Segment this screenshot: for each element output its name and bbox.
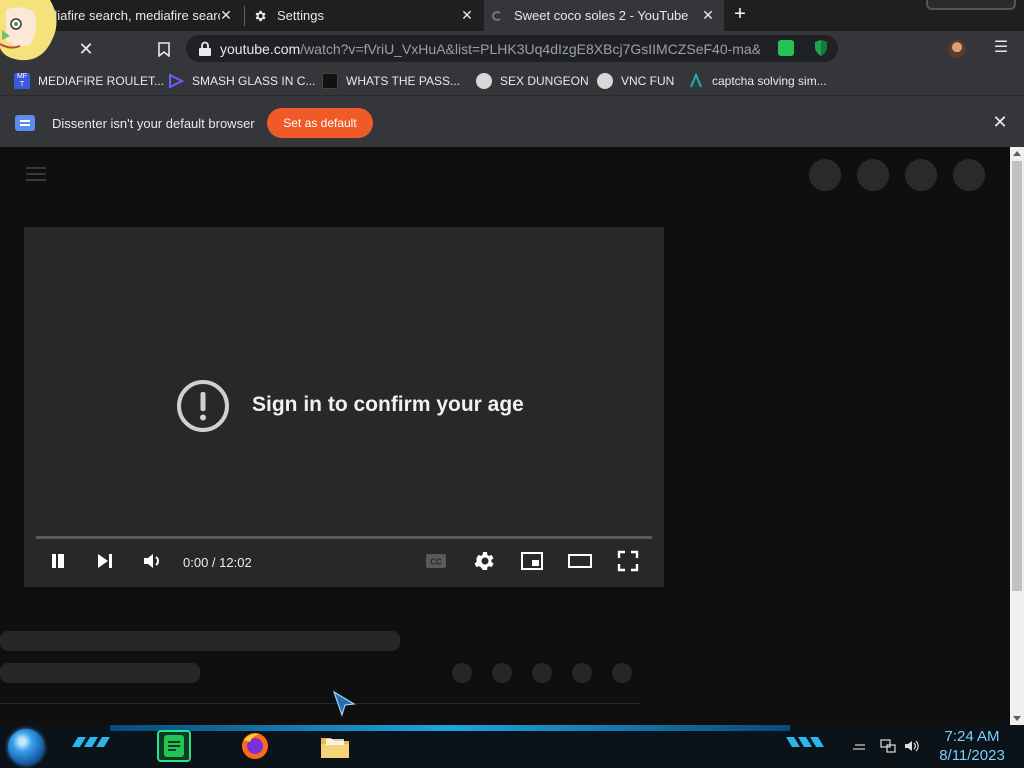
bookmark-icon [158,42,170,58]
taskbar-decoration [786,737,824,747]
mediafire-roulette-icon: MF T [14,73,30,89]
clock-time: 7:24 AM [944,728,1000,745]
notes-app-icon [164,735,184,757]
svg-text:CC: CC [430,558,442,567]
tab-mediafire-search[interactable]: diafire search, mediafire search ✕ [40,0,242,31]
scroll-down-icon[interactable] [1013,716,1021,721]
tray-chevron-icon[interactable] [851,739,867,753]
video-player[interactable]: Sign in to confirm your age 0:00 / 12:02… [24,227,664,587]
taskbar-file-explorer[interactable] [318,730,352,762]
action-skeleton [532,663,552,683]
header-placeholder-circle [953,159,985,191]
volume-icon[interactable] [904,739,920,753]
url-text: youtube.com/watch?v=fVriU_VxHuA&list=PLH… [220,40,760,57]
taskbar-notes-app[interactable] [157,730,191,762]
vertical-scrollbar[interactable] [1010,147,1024,725]
title-skeleton [0,631,400,651]
captions-button[interactable]: CC [424,549,448,573]
miniplayer-button[interactable] [520,549,544,573]
profile-avatar[interactable] [948,40,966,58]
vnc-fun-icon [597,73,613,89]
anime-mascot-icon [0,0,57,61]
action-skeleton [572,663,592,683]
theater-mode-button[interactable] [568,549,592,573]
shield-extension-icon[interactable] [813,39,829,57]
pause-button[interactable] [47,549,71,573]
mouse-cursor-icon [332,690,356,717]
close-tab-icon[interactable]: ✕ [218,7,234,23]
smash-glass-icon [169,73,184,89]
header-placeholder-circle [809,159,841,191]
firefox-icon [242,733,268,759]
folder-icon [321,738,349,758]
loading-favicon-icon [492,10,502,21]
bookmark-captcha-solving[interactable]: captcha solving sim... [688,72,827,90]
clock-date: 8/11/2023 [939,747,1005,764]
header-placeholder-circle [905,159,937,191]
next-button[interactable] [93,549,117,573]
dissenter-icon [15,115,35,131]
fullscreen-button[interactable] [616,549,640,573]
bookmark-vnc-fun[interactable]: VNC FUN [597,72,674,90]
new-tab-button[interactable]: + [730,4,750,25]
alert-circle-icon [177,380,229,432]
volume-button[interactable] [141,549,165,573]
taskbar-accent-band [110,725,790,731]
bookmark-mediafire-roulette[interactable]: MF T MEDIAFIRE ROULET... [14,72,164,90]
captcha-solving-icon [690,73,702,88]
tab-title: diafire search, mediafire search [50,8,220,23]
progress-bar[interactable] [36,536,652,539]
tab-title: Settings [277,8,324,23]
action-skeleton [612,663,632,683]
browser-toolbar: ✕ youtube.com/watch?v=fVriU_VxHuA&list=P… [0,31,1024,66]
network-icon[interactable] [880,739,896,753]
action-skeleton [452,663,472,683]
set-as-default-button[interactable]: Set as default [267,108,373,138]
bookmark-sex-dungeon[interactable]: SEX DUNGEON [476,72,589,90]
whats-the-pass-icon [322,73,338,89]
time-display: 0:00 / 12:02 [183,555,252,570]
close-infobar-icon[interactable]: ✕ [990,112,1010,132]
scroll-up-icon[interactable] [1013,151,1021,156]
gear-icon [255,10,266,21]
youtube-page: Sign in to confirm your age 0:00 / 12:02… [0,147,1010,725]
bookmark-whats-the-pass[interactable]: WHATS THE PASS... [322,72,460,90]
start-button[interactable] [8,729,44,765]
tab-youtube[interactable]: Sweet coco soles 2 - YouTube ✕ [484,0,724,31]
taskbar: 7:24 AM 8/11/2023 [0,725,1024,768]
address-bar[interactable]: youtube.com/watch?v=fVriU_VxHuA&list=PLH… [186,35,838,62]
content-divider [0,703,640,704]
sex-dungeon-icon [476,73,492,89]
infobar-message: Dissenter isn't your default browser [52,116,255,131]
taskbar-firefox[interactable] [238,730,272,762]
close-tab-icon[interactable]: ✕ [700,7,716,23]
tab-strip: diafire search, mediafire search ✕ Setti… [0,0,1024,31]
window-frame-decoration [926,0,1016,10]
channel-skeleton [0,663,200,683]
tab-title: Sweet coco soles 2 - YouTube [514,8,689,23]
scrollbar-thumb[interactable] [1012,161,1022,591]
bookmark-smash-glass[interactable]: SMASH GLASS IN C... [168,72,315,90]
action-skeleton [492,663,512,683]
lock-icon [199,41,211,56]
age-gate-message: Sign in to confirm your age [252,393,524,416]
browser-menu-icon[interactable]: ☰ [993,39,1009,57]
taskbar-decoration [72,737,110,747]
guide-menu-icon[interactable] [26,167,46,181]
close-tab-icon[interactable]: ✕ [459,7,475,23]
extension-notes-icon[interactable] [778,40,794,56]
header-placeholder-circle [857,159,889,191]
bookmark-button[interactable] [152,37,176,61]
tab-settings[interactable]: Settings ✕ [245,0,483,31]
default-browser-infobar: Dissenter isn't your default browser Set… [0,95,1024,147]
stop-loading-button[interactable]: ✕ [74,37,98,61]
system-clock[interactable]: 7:24 AM 8/11/2023 [930,727,1014,765]
settings-button[interactable] [472,549,496,573]
bookmarks-bar: MF T MEDIAFIRE ROULET... SMASH GLASS IN C… [0,66,1024,95]
